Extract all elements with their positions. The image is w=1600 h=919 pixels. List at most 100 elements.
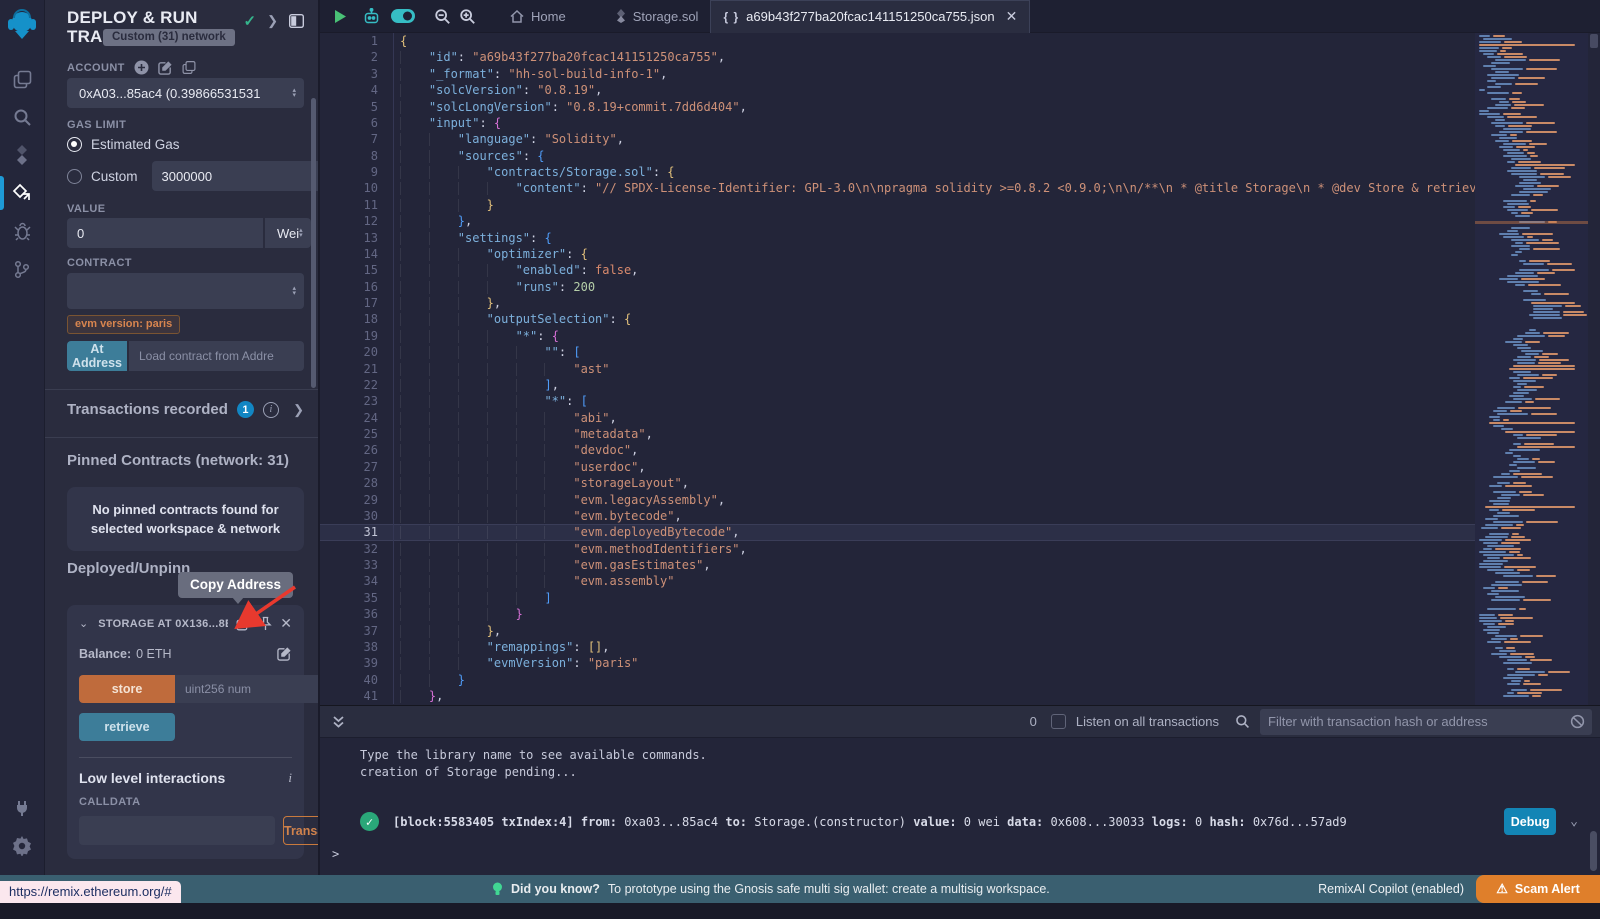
- code-line[interactable]: 33"evm.gasEstimates",: [320, 557, 1475, 573]
- zoom-out-icon[interactable]: [434, 8, 451, 25]
- code-line[interactable]: 6"input": {: [320, 115, 1475, 131]
- code-line[interactable]: 41},: [320, 688, 1475, 704]
- code-line[interactable]: 22],: [320, 377, 1475, 393]
- code-line[interactable]: 25"metadata",: [320, 426, 1475, 442]
- pin-icon[interactable]: [259, 616, 272, 631]
- code-line[interactable]: 34"evm.assembly": [320, 573, 1475, 589]
- transaction-log-row[interactable]: ✓ [block:5583405 txIndex:4] from: 0xa03.…: [320, 808, 1600, 835]
- tab-a69b43f277ba20fcac141151250ca755-json[interactable]: { }a69b43f277ba20fcac141151250ca755.json…: [710, 0, 1030, 33]
- store-arg-input[interactable]: [175, 675, 320, 703]
- code-line[interactable]: 36}: [320, 606, 1475, 622]
- code-line[interactable]: 21"ast": [320, 361, 1475, 377]
- settings-icon[interactable]: [0, 827, 45, 865]
- code-line[interactable]: 32"evm.methodIdentifiers",: [320, 541, 1475, 557]
- remove-instance-icon[interactable]: ✕: [280, 615, 292, 632]
- code-line[interactable]: 7"language": "Solidity",: [320, 131, 1475, 147]
- code-line[interactable]: 27"userdoc",: [320, 459, 1475, 475]
- code-line[interactable]: 23"*": [: [320, 393, 1475, 409]
- code-line[interactable]: 8"sources": {: [320, 148, 1475, 164]
- store-function-button[interactable]: store: [79, 675, 175, 703]
- custom-gas-input[interactable]: [152, 161, 320, 191]
- add-account-icon[interactable]: [134, 60, 149, 75]
- code-line[interactable]: 12},: [320, 213, 1475, 229]
- code-line[interactable]: 16"runs": 200: [320, 279, 1475, 295]
- transaction-filter-input[interactable]: [1260, 714, 1570, 729]
- collapse-chevron-icon[interactable]: ⌄: [79, 617, 88, 630]
- collapse-terminal-icon[interactable]: [332, 715, 345, 729]
- code-editor[interactable]: 1{2"id": "a69b43f277ba20fcac141151250ca7…: [320, 33, 1600, 705]
- panel-scrollbar[interactable]: [311, 98, 316, 388]
- info-icon[interactable]: i: [263, 402, 279, 418]
- code-line[interactable]: 15"enabled": false,: [320, 262, 1475, 278]
- code-line[interactable]: 19"*": {: [320, 328, 1475, 344]
- git-icon[interactable]: [0, 250, 45, 288]
- estimated-gas-radio[interactable]: [67, 137, 82, 152]
- solidity-compiler-icon[interactable]: [0, 136, 45, 174]
- copy-address-icon[interactable]: [236, 616, 251, 631]
- chevron-right-icon[interactable]: ❯: [267, 13, 278, 29]
- code-line[interactable]: 10"content": "// SPDX-License-Identifier…: [320, 180, 1475, 196]
- code-line[interactable]: 35]: [320, 590, 1475, 606]
- code-line[interactable]: 4"solcVersion": "0.8.19",: [320, 82, 1475, 98]
- retrieve-function-button[interactable]: retrieve: [79, 713, 175, 741]
- code-line[interactable]: 37},: [320, 623, 1475, 639]
- custom-gas-radio[interactable]: [67, 169, 82, 184]
- code-line[interactable]: 18"outputSelection": {: [320, 311, 1475, 327]
- file-explorer-icon[interactable]: [0, 60, 45, 98]
- code-line[interactable]: 30"evm.bytecode",: [320, 508, 1475, 524]
- remix-logo-icon[interactable]: [0, 6, 45, 46]
- code-line[interactable]: 3"_format": "hh-sol-build-info-1",: [320, 66, 1475, 82]
- at-address-button[interactable]: At Address: [67, 341, 127, 371]
- code-line[interactable]: 20"": [: [320, 344, 1475, 360]
- code-line[interactable]: 9"contracts/Storage.sol": {: [320, 164, 1475, 180]
- terminal-scrollbar[interactable]: [1590, 831, 1597, 871]
- zoom-in-icon[interactable]: [459, 8, 476, 25]
- edit-balance-icon[interactable]: [277, 646, 292, 661]
- code-line[interactable]: 17},: [320, 295, 1475, 311]
- expand-chevron-icon[interactable]: ❯: [293, 402, 304, 418]
- code-line[interactable]: 2"id": "a69b43f277ba20fcac141151250ca755…: [320, 49, 1475, 65]
- code-line[interactable]: 28"storageLayout",: [320, 475, 1475, 491]
- account-select[interactable]: 0xA03...85ac4 (0.39866531531 ▴▾: [67, 78, 304, 108]
- code-line[interactable]: 1{: [320, 33, 1475, 49]
- calldata-input[interactable]: [79, 816, 275, 845]
- debug-button[interactable]: Debug: [1504, 808, 1556, 835]
- copilot-status[interactable]: RemixAI Copilot (enabled): [1318, 875, 1464, 903]
- plugin-manager-icon[interactable]: [0, 789, 45, 827]
- clear-console-icon[interactable]: [1570, 714, 1585, 729]
- code-line[interactable]: 13"settings": {: [320, 230, 1475, 246]
- code-line[interactable]: 38"remappings": [],: [320, 639, 1475, 655]
- split-panel-icon[interactable]: [289, 14, 304, 28]
- editor-scrollbar[interactable]: [1588, 33, 1600, 705]
- run-script-icon[interactable]: [334, 9, 347, 24]
- info-icon[interactable]: i: [288, 770, 292, 786]
- terminal-prompt[interactable]: >: [320, 835, 1600, 861]
- edit-account-icon[interactable]: [158, 60, 173, 75]
- code-line[interactable]: 14"optimizer": {: [320, 246, 1475, 262]
- close-tab-icon[interactable]: ✕: [1006, 8, 1018, 25]
- code-line[interactable]: 29"evm.legacyAssembly",: [320, 492, 1475, 508]
- expand-log-chevron-icon[interactable]: ⌄: [1570, 814, 1578, 829]
- at-address-input[interactable]: [129, 341, 304, 371]
- code-line[interactable]: 31"evm.deployedBytecode",: [320, 524, 1475, 540]
- tab-home[interactable]: Home: [498, 0, 578, 33]
- search-icon[interactable]: [0, 98, 45, 136]
- code-line[interactable]: 11}: [320, 197, 1475, 213]
- tab-storage-sol[interactable]: Storage.sol: [604, 0, 711, 33]
- code-line[interactable]: 39"evmVersion": "paris": [320, 655, 1475, 671]
- deploy-and-run-icon[interactable]: [0, 174, 45, 212]
- value-input[interactable]: [67, 218, 263, 248]
- remixai-robot-icon[interactable]: [363, 8, 380, 25]
- debugger-icon[interactable]: [0, 212, 45, 250]
- contract-select[interactable]: ▴▾: [67, 273, 304, 309]
- listen-all-checkbox[interactable]: [1051, 714, 1066, 729]
- code-line[interactable]: 40}: [320, 672, 1475, 688]
- code-line[interactable]: 26"devdoc",: [320, 442, 1475, 458]
- copy-account-icon[interactable]: [182, 60, 196, 75]
- scam-alert-badge[interactable]: ⚠ Scam Alert: [1476, 875, 1600, 903]
- code-line[interactable]: 24"abi",: [320, 410, 1475, 426]
- value-unit-select[interactable]: Wei ▴▾: [265, 218, 311, 248]
- minimap[interactable]: [1475, 33, 1588, 705]
- code-line[interactable]: 5"solcLongVersion": "0.8.19+commit.7dd6d…: [320, 99, 1475, 115]
- transact-button[interactable]: Transact: [283, 816, 320, 845]
